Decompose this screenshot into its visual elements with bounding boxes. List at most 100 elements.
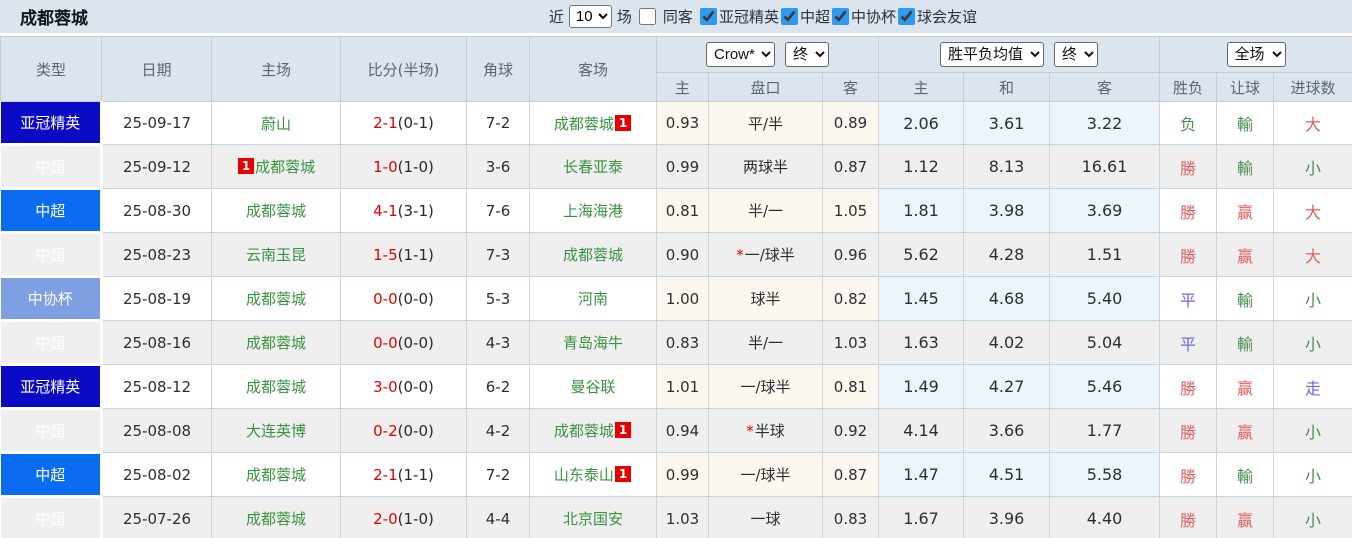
home-team-cell: 蔚山	[211, 101, 341, 145]
goals-over-under: 小	[1273, 496, 1352, 538]
score-cell: 1-0(1-0)	[340, 144, 467, 189]
red-card-badge: 1	[614, 422, 632, 438]
competition-filter[interactable]: 球会友谊	[896, 6, 977, 27]
avg-group-header: 胜平负均值 终	[877, 36, 1161, 73]
match-date: 25-08-30	[101, 188, 212, 233]
avg-away-win: 3.22	[1048, 101, 1161, 145]
col-header-type: 类型	[0, 36, 102, 102]
competition-filters: 亚冠精英 中超 中协杯 球会友谊	[698, 6, 977, 27]
corner-count: 6-2	[466, 364, 530, 409]
full-time-score: 1-0	[373, 157, 398, 176]
home-odds: 0.94	[656, 408, 709, 453]
competition-checkbox[interactable]	[780, 8, 798, 25]
team-name: 成都蓉城	[245, 334, 306, 352]
home-team-cell: 云南玉昆	[211, 232, 341, 277]
odds-company-select[interactable]: Crow*	[706, 42, 775, 67]
red-card-badge: 1	[614, 466, 632, 482]
col-header-corner: 角球	[466, 36, 530, 102]
result-win-lose: 勝	[1159, 188, 1218, 233]
competition-checkbox[interactable]	[699, 8, 717, 25]
corner-count: 7-2	[466, 101, 530, 145]
avg-away-win: 3.69	[1048, 188, 1161, 233]
full-time-score: 0-2	[373, 421, 398, 440]
result-win-lose: 勝	[1159, 452, 1218, 497]
result-win-lose: 勝	[1159, 364, 1218, 409]
away-team-cell: 北京国安	[529, 496, 657, 538]
home-team-cell: 成都蓉城	[211, 496, 341, 538]
avg-draw: 3.66	[963, 408, 1050, 453]
avg-draw: 3.96	[963, 496, 1050, 538]
home-team-cell: 1 成都蓉城	[211, 144, 341, 189]
avg-home-win: 1.45	[878, 276, 964, 321]
handicap-line: 半/一	[708, 188, 823, 233]
filter-bar: 近 10 场 同客 亚冠精英 中超 中协杯 球会友谊	[549, 5, 977, 28]
avg-home-win: 1.81	[878, 188, 964, 233]
corner-count: 4-3	[466, 320, 530, 365]
avg-away-win: 5.46	[1048, 364, 1161, 409]
subcol-odds-home: 主	[656, 72, 709, 102]
subcol-avg-home: 主	[878, 72, 964, 102]
team-name: 北京国安	[562, 510, 623, 528]
match-date: 25-08-12	[101, 364, 212, 409]
handicap-line: *半球	[708, 408, 823, 453]
away-odds: 0.82	[822, 276, 879, 321]
away-team-cell: 河南	[529, 276, 657, 321]
score-cell: 1-5(1-1)	[340, 232, 467, 277]
competition-type-cell: 中超	[0, 232, 103, 278]
score-cell: 0-2(0-0)	[340, 408, 467, 453]
avg-draw: 4.51	[963, 452, 1050, 497]
recent-count-select[interactable]: 10	[568, 5, 612, 28]
subcol-avg-draw: 和	[963, 72, 1050, 102]
competition-checkbox[interactable]	[897, 8, 915, 25]
competition-type-cell: 中超	[0, 320, 103, 366]
score-cell: 3-0(0-0)	[340, 364, 467, 409]
home-team-cell: 成都蓉城	[211, 364, 341, 409]
avg-home-win: 2.06	[878, 101, 964, 145]
odds-stage-select[interactable]: 终	[785, 42, 829, 67]
match-date: 25-08-16	[101, 320, 212, 365]
away-team-cell: 成都蓉城 1	[529, 101, 657, 145]
team-name: 成都蓉城	[245, 510, 306, 528]
competition-filter[interactable]: 中超	[779, 6, 830, 27]
result-win-lose: 负	[1159, 101, 1218, 145]
handicap-result: 赢	[1216, 408, 1275, 453]
avg-type-select[interactable]: 胜平负均值	[940, 42, 1045, 67]
handicap-line: 一球	[708, 496, 823, 538]
result-group-header: 全场	[1159, 36, 1352, 73]
subcol-handicap: 盘口	[708, 72, 823, 102]
result-win-lose: 勝	[1159, 408, 1218, 453]
home-odds: 0.99	[656, 452, 709, 497]
subcol-win-lose: 胜负	[1159, 72, 1218, 102]
red-card-badge: 1	[237, 158, 255, 174]
competition-filter[interactable]: 亚冠精英	[698, 6, 779, 27]
away-team-cell: 曼谷联	[529, 364, 657, 409]
away-team-cell: 长春亚泰	[529, 144, 657, 189]
competition-type-cell: 亚冠精英	[0, 101, 103, 146]
competition-type-cell: 中超	[0, 144, 103, 190]
avg-stage-select[interactable]: 终	[1054, 42, 1099, 67]
home-team-cell: 成都蓉城	[211, 276, 341, 321]
away-team-cell: 上海海港	[529, 188, 657, 233]
handicap-result: 輸	[1216, 144, 1275, 189]
away-team-cell: 成都蓉城	[529, 232, 657, 277]
competition-filter[interactable]: 中协杯	[830, 6, 896, 27]
avg-home-win: 4.14	[878, 408, 964, 453]
competition-type-cell: 中超	[0, 408, 103, 454]
scope-select[interactable]: 全场	[1226, 42, 1286, 67]
match-date: 25-09-12	[101, 144, 212, 189]
score-cell: 2-1(0-1)	[340, 101, 467, 145]
full-time-score: 1-5	[373, 245, 398, 264]
match-date: 25-07-26	[101, 496, 212, 538]
full-time-score: 4-1	[373, 201, 398, 220]
avg-home-win: 1.67	[878, 496, 964, 538]
half-time-score: (0-0)	[397, 421, 434, 440]
same-away-checkbox[interactable]	[638, 8, 656, 25]
competition-checkbox[interactable]	[831, 8, 849, 25]
half-time-score: (0-0)	[397, 333, 434, 352]
handicap-asterisk: *	[736, 246, 744, 264]
same-away-label: 同客	[662, 8, 693, 26]
avg-draw: 4.02	[963, 320, 1050, 365]
team-name: 成都蓉城	[245, 202, 306, 220]
home-odds: 0.90	[656, 232, 709, 277]
home-odds: 0.93	[656, 101, 709, 145]
